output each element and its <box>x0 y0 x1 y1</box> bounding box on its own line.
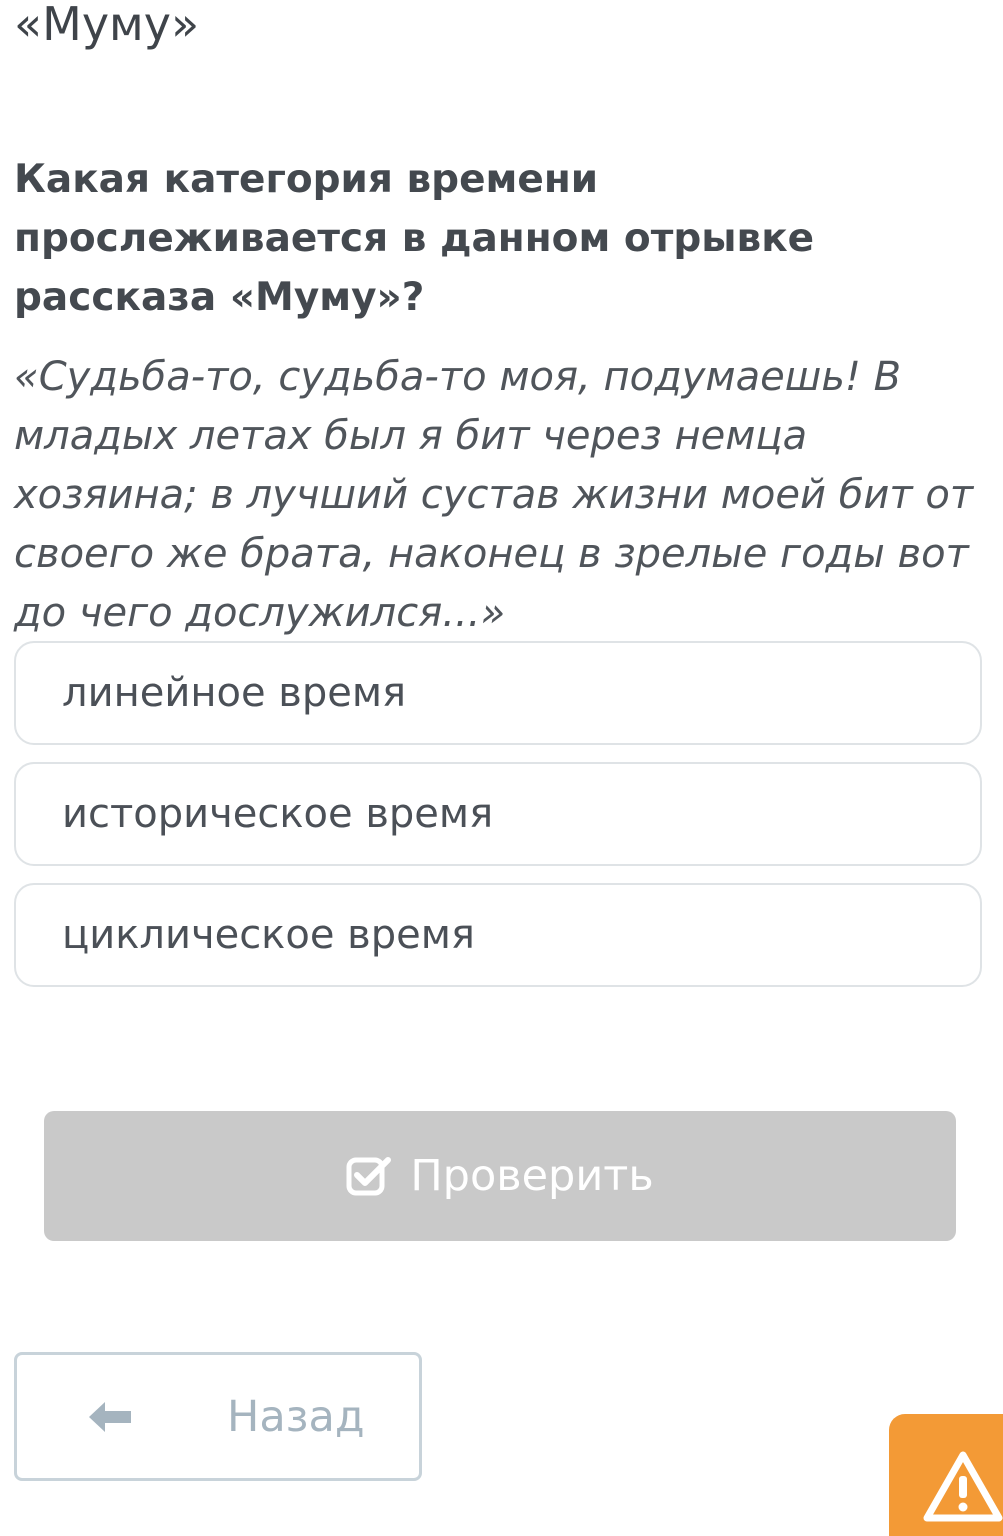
answer-option-3[interactable]: циклическое время <box>14 883 982 987</box>
check-button[interactable]: Проверить <box>44 1111 956 1241</box>
answer-option-1[interactable]: линейное время <box>14 641 982 745</box>
page-title: «Муму» <box>14 0 200 51</box>
question-quote: «Судьба-то, судьба-то моя, подумаешь! В … <box>14 354 974 636</box>
arrow-left-icon <box>87 1399 133 1439</box>
answer-option-label: линейное время <box>62 670 407 716</box>
back-button[interactable]: Назад <box>14 1352 422 1481</box>
report-button[interactable] <box>889 1414 1003 1536</box>
back-button-label: Назад <box>227 1391 365 1442</box>
answer-option-label: историческое время <box>62 791 494 837</box>
answer-option-label: циклическое время <box>62 912 475 958</box>
answer-option-2[interactable]: историческое время <box>14 762 982 866</box>
checkbox-check-icon <box>346 1155 392 1197</box>
quiz-page: «Муму» Какая категория времени прослежив… <box>0 0 1003 1536</box>
question-text: Какая категория времени прослеживается в… <box>14 157 815 320</box>
check-button-label: Проверить <box>410 1151 654 1201</box>
